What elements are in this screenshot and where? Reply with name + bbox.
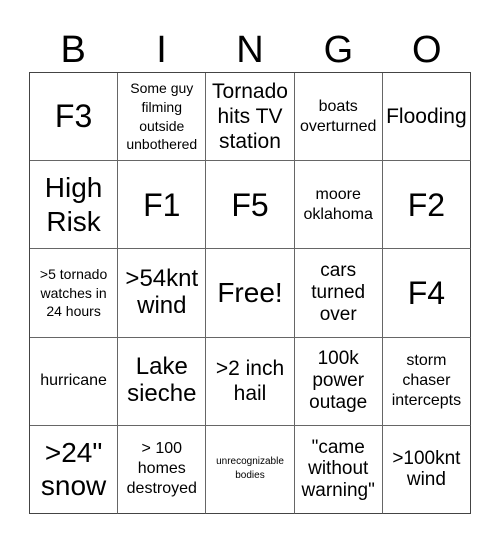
cell-text: >5 tornado watches in 24 hours: [39, 265, 108, 320]
bingo-cell[interactable]: F4: [382, 249, 471, 338]
bingo-cell[interactable]: >5 tornado watches in 24 hours: [30, 249, 119, 338]
header-letter-g: G: [323, 29, 354, 71]
header-letter-b: B: [60, 29, 86, 71]
bingo-cell[interactable]: >2 inch hail: [206, 337, 295, 426]
bingo-cell[interactable]: F5: [206, 161, 295, 250]
cell-text: moore oklahoma: [303, 185, 373, 223]
bingo-cell[interactable]: unrecognizable bodies: [206, 425, 295, 514]
bingo-cell[interactable]: 100k power outage: [294, 337, 383, 426]
bingo-cell[interactable]: "came without warning": [294, 425, 383, 514]
cell-text: 100k power outage: [309, 348, 368, 414]
bingo-cell[interactable]: hurricane: [30, 337, 119, 426]
bingo-cell[interactable]: moore oklahoma: [294, 161, 383, 250]
cell-text: boats overturned: [299, 97, 377, 135]
free-space-text: Free!: [217, 277, 283, 309]
bingo-header: B I N G O: [29, 24, 471, 72]
cell-text: cars turned over: [311, 260, 366, 325]
bingo-cell[interactable]: F1: [118, 161, 207, 250]
cell-text: storm chaser intercepts: [391, 352, 462, 410]
cell-text: F4: [407, 274, 446, 311]
cell-text: Some guy filming outside unbothered: [126, 79, 198, 153]
header-letter-o: O: [411, 29, 442, 71]
cell-text: F2: [407, 186, 446, 223]
cell-text: > 100 homes destroyed: [126, 440, 197, 498]
cell-text: High Risk: [44, 172, 103, 237]
bingo-cell[interactable]: cars turned over: [294, 249, 383, 338]
cell-text: hurricane: [40, 372, 107, 390]
cell-text: >24" snow: [40, 436, 107, 502]
cell-text: Lake sieche: [127, 353, 197, 408]
bingo-cell[interactable]: Flooding: [382, 73, 471, 162]
cell-text: F1: [143, 186, 181, 223]
cell-text: >100knt wind: [392, 447, 461, 491]
bingo-cell[interactable]: Lake sieche: [118, 337, 207, 426]
bingo-cell[interactable]: F2: [382, 161, 471, 250]
bingo-grid: F3 Some guy filming outside unbothered T…: [29, 72, 471, 514]
bingo-cell[interactable]: storm chaser intercepts: [382, 337, 471, 426]
header-letter-n: N: [236, 29, 264, 71]
header-letter-i: I: [156, 29, 167, 71]
cell-text: F3: [54, 98, 93, 135]
cell-text: Flooding: [386, 105, 467, 128]
bingo-cell[interactable]: Tornado hits TV station: [206, 73, 295, 162]
bingo-cell[interactable]: >54knt wind: [118, 249, 207, 338]
bingo-cell[interactable]: >24" snow: [30, 425, 119, 514]
cell-text: >54knt wind: [125, 265, 199, 319]
bingo-cell[interactable]: High Risk: [30, 161, 119, 250]
free-space-cell[interactable]: Free!: [206, 249, 295, 338]
cell-text: unrecognizable bodies: [216, 456, 284, 482]
cell-text: F5: [231, 186, 269, 223]
cell-text: "came without warning": [301, 436, 375, 502]
bingo-cell[interactable]: boats overturned: [294, 73, 383, 162]
cell-text: Tornado hits TV station: [212, 79, 288, 154]
cell-text: >2 inch hail: [215, 357, 285, 406]
bingo-cell[interactable]: > 100 homes destroyed: [118, 425, 207, 514]
bingo-cell[interactable]: Some guy filming outside unbothered: [118, 73, 207, 162]
bingo-cell[interactable]: >100knt wind: [382, 425, 471, 514]
bingo-cell[interactable]: F3: [30, 73, 119, 162]
